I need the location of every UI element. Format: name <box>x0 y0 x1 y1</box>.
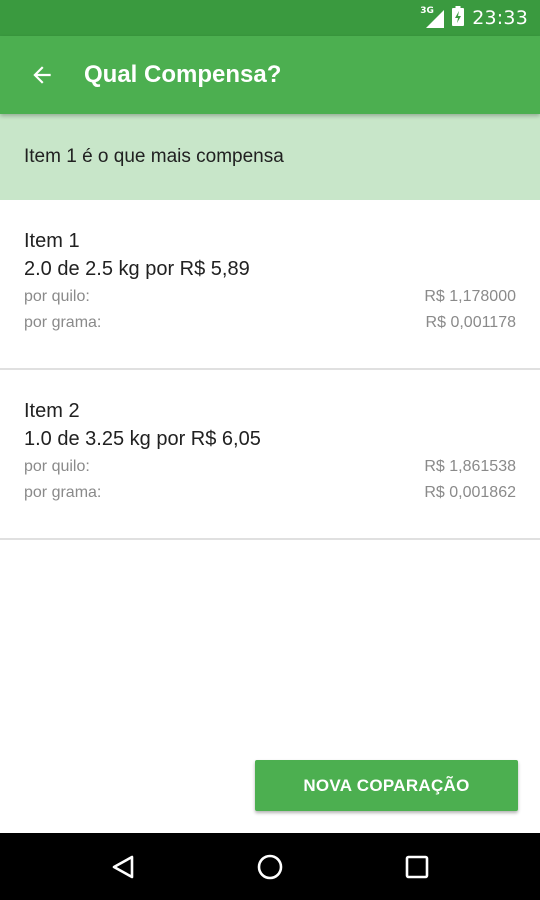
item-card: Item 2 1.0 de 3.25 kg por R$ 6,05 por qu… <box>0 370 540 540</box>
nav-recents-icon <box>405 855 428 878</box>
clock: 23:33 <box>472 7 528 29</box>
app-bar: Qual Compensa? <box>0 36 540 114</box>
item-name: Item 2 <box>24 400 80 422</box>
signal-icon: 3G <box>420 6 445 28</box>
battery-icon <box>452 5 465 31</box>
price-per-gram-value: R$ 0,001862 <box>424 484 516 501</box>
price-per-kilo-value: R$ 1,861538 <box>424 458 516 475</box>
price-per-gram-label: por grama: <box>24 314 102 331</box>
item-card: Item 1 2.0 de 2.5 kg por R$ 5,89 por qui… <box>0 200 540 370</box>
result-banner: Item 1 é o que mais compensa <box>0 114 540 200</box>
price-per-kilo-label: por quilo: <box>24 288 90 305</box>
status-bar: 3G 23:33 <box>0 0 540 36</box>
price-per-kilo-row: por quilo: R$ 1,178000 <box>24 284 516 310</box>
price-per-kilo-value: R$ 1,178000 <box>424 288 516 305</box>
price-per-kilo-row: por quilo: R$ 1,861538 <box>24 454 516 480</box>
item-description: 1.0 de 3.25 kg por R$ 6,05 <box>24 428 261 450</box>
nav-home-icon <box>257 854 283 879</box>
item-name: Item 1 <box>24 230 80 252</box>
nav-home-button[interactable] <box>240 837 300 897</box>
arrow-back-icon <box>33 66 51 84</box>
nav-back-icon <box>113 855 134 878</box>
price-per-gram-row: por grama: R$ 0,001862 <box>24 480 516 506</box>
nav-back-button[interactable] <box>93 837 153 897</box>
navigation-bar <box>0 833 540 900</box>
price-per-gram-label: por grama: <box>24 484 102 501</box>
price-per-gram-row: por grama: R$ 0,001178 <box>24 310 516 336</box>
item-description: 2.0 de 2.5 kg por R$ 5,89 <box>24 258 250 280</box>
price-per-gram-value: R$ 0,001178 <box>425 314 516 331</box>
price-per-kilo-label: por quilo: <box>24 458 90 475</box>
page-title: Qual Compensa? <box>84 61 282 88</box>
new-comparison-button[interactable]: NOVA COPARAÇÃO <box>255 760 518 811</box>
back-button[interactable] <box>22 55 62 95</box>
nav-recents-button[interactable] <box>387 837 447 897</box>
screen: 3G 23:33 Qual Compensa? Item 1 é o que m… <box>0 0 540 900</box>
result-message: Item 1 é o que mais compensa <box>24 146 284 167</box>
